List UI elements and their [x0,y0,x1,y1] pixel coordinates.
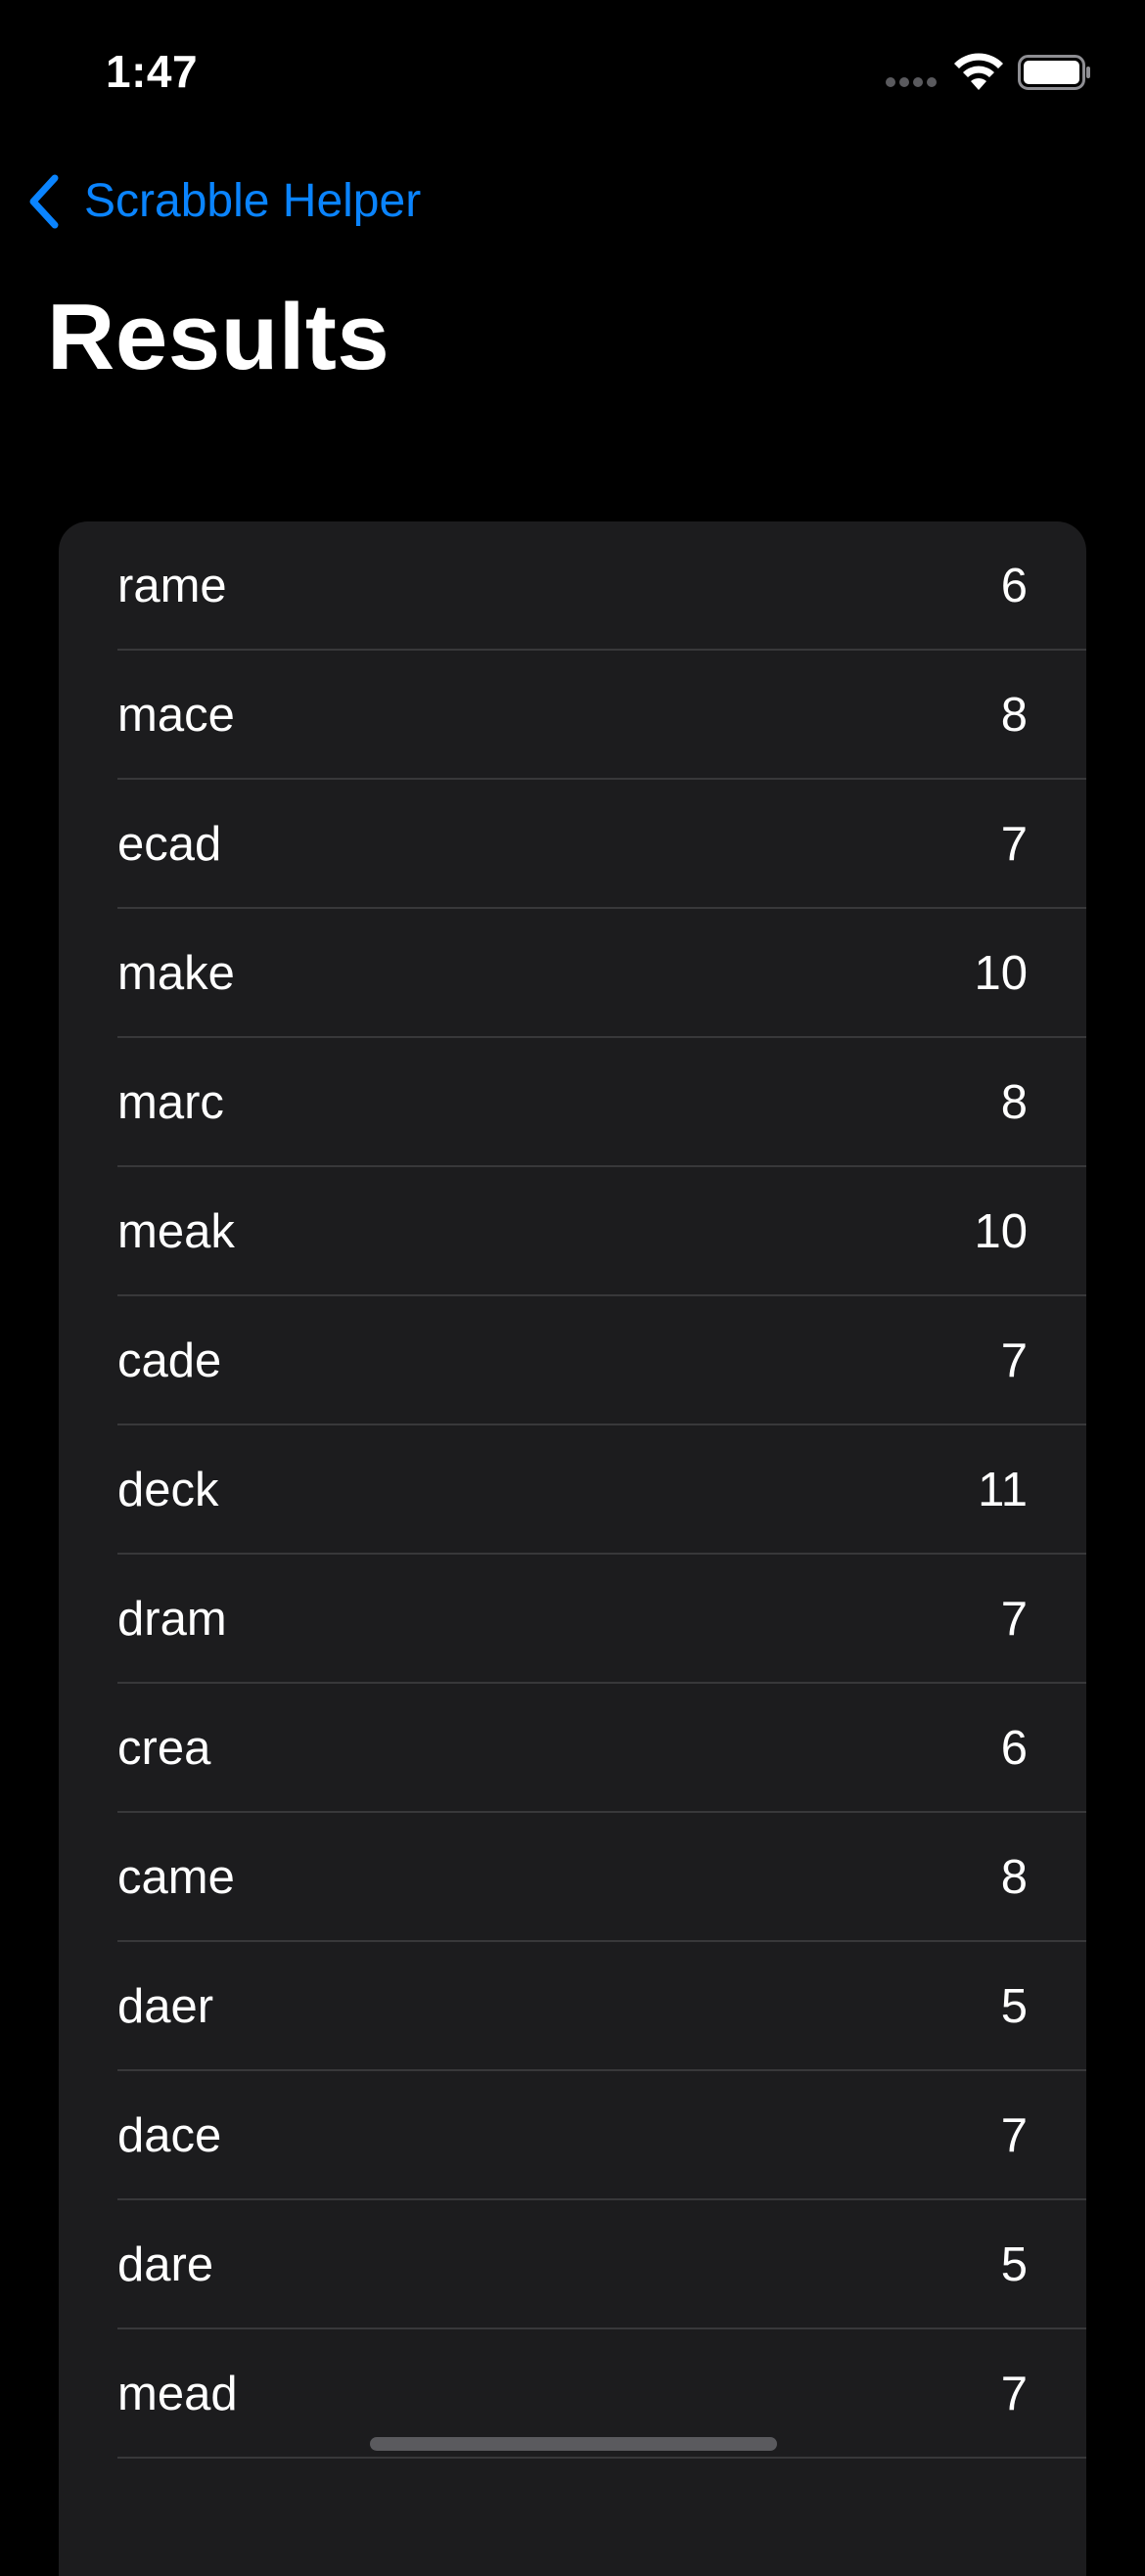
result-word: crea [117,1722,211,1775]
battery-icon [1018,55,1090,90]
result-score: 11 [978,1464,1028,1516]
wifi-icon [954,53,1003,90]
result-score: 10 [974,1205,1028,1258]
list-item[interactable]: deck 11 [59,1425,1086,1555]
result-word: came [117,1851,235,1904]
result-score: 7 [1000,2109,1028,2162]
list-item[interactable]: make 10 [59,909,1086,1038]
result-score: 10 [974,947,1028,1000]
status-time: 1:47 [106,46,199,97]
result-word: rame [117,560,227,612]
list-item[interactable]: meak 10 [59,1167,1086,1296]
list-item[interactable]: ecad 7 [59,780,1086,909]
list-item[interactable]: came 8 [59,1813,1086,1942]
results-list[interactable]: rame 6 mace 8 ecad 7 make 10 marc 8 meak 10 cade 7 dec… [59,521,1086,2576]
result-score: 7 [1000,1334,1028,1387]
result-word: meak [117,1205,235,1258]
result-score: 6 [1000,1722,1028,1775]
result-word: mead [117,2368,238,2420]
page-title: Results [47,285,390,389]
result-word: marc [117,1076,224,1129]
result-score: 8 [1000,689,1028,742]
result-word: make [117,947,235,1000]
result-score: 5 [1000,1980,1028,2033]
result-word: dram [117,1593,227,1646]
result-score: 6 [1000,560,1028,612]
result-score: 7 [1000,818,1028,871]
result-score: 8 [1000,1851,1028,1904]
status-bar: 1:47 [0,0,1145,147]
result-word: cade [117,1334,222,1387]
list-item[interactable]: cade 7 [59,1296,1086,1425]
result-word: daer [117,1980,214,2033]
result-score: 8 [1000,1076,1028,1129]
list-item[interactable]: rame 6 [59,521,1086,651]
result-score: 5 [1000,2238,1028,2291]
list-item[interactable]: dace 7 [59,2071,1086,2200]
result-score: 7 [1000,1593,1028,1646]
list-item[interactable]: daer 5 [59,1942,1086,2071]
result-word: dace [117,2109,222,2162]
signal-icon [886,77,937,87]
back-button[interactable]: Scrabble Helper [23,170,421,233]
list-item[interactable]: dare 5 [59,2200,1086,2329]
home-indicator[interactable] [370,2437,777,2451]
list-item[interactable]: marc 8 [59,1038,1086,1167]
result-word: mace [117,689,235,742]
back-button-label: Scrabble Helper [84,175,422,227]
result-word: dare [117,2238,214,2291]
chevron-left-icon [29,174,59,229]
list-item[interactable]: dram 7 [59,1555,1086,1684]
result-word: deck [117,1464,219,1516]
list-item[interactable]: crea 6 [59,1684,1086,1813]
result-score: 7 [1000,2368,1028,2420]
list-item[interactable]: mace 8 [59,651,1086,780]
result-word: ecad [117,818,222,871]
